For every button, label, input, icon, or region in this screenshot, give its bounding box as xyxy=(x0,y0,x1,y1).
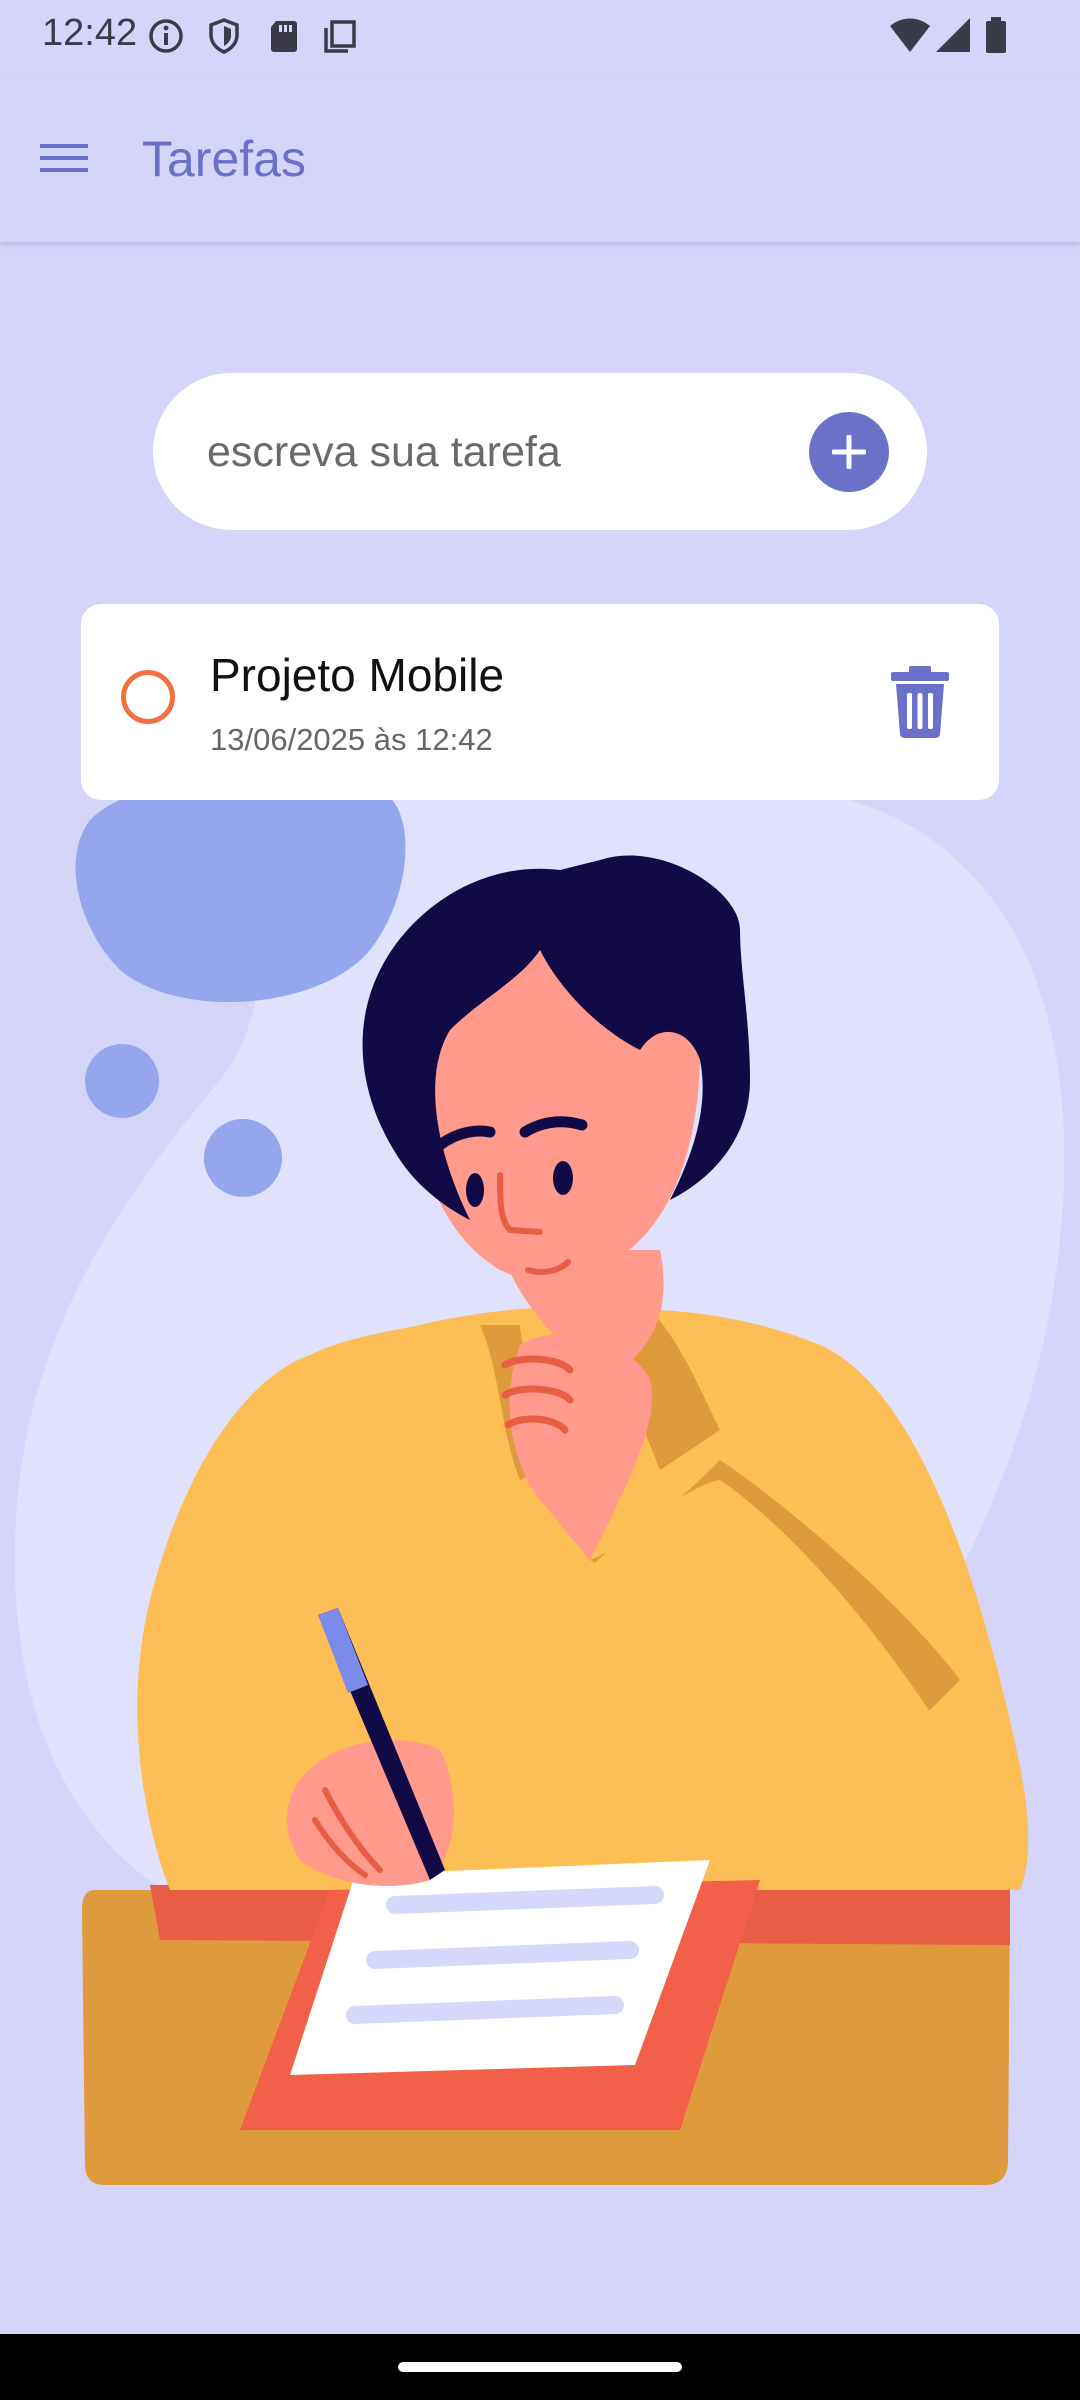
signal-icon xyxy=(936,18,970,52)
menu-icon[interactable] xyxy=(30,126,100,190)
navigation-bar xyxy=(0,2334,1080,2400)
info-icon xyxy=(149,19,183,53)
task-checkbox[interactable] xyxy=(121,670,175,724)
trash-icon xyxy=(891,666,949,738)
task-input[interactable] xyxy=(205,411,769,493)
shield-icon xyxy=(209,18,239,54)
add-task-button[interactable] xyxy=(809,412,889,492)
task-date: 13/06/2025 às 12:42 xyxy=(210,722,493,757)
task-card[interactable]: Projeto Mobile 13/06/2025 às 12:42 xyxy=(81,604,999,800)
status-time: 12:42 xyxy=(42,12,138,54)
plus-icon xyxy=(832,435,866,469)
sd-card-icon xyxy=(271,21,297,52)
task-input-container xyxy=(153,373,927,530)
home-indicator[interactable] xyxy=(398,2362,682,2372)
app-bar: Tarefas xyxy=(0,74,1080,242)
thinking-person-illustration xyxy=(14,780,1065,2185)
delete-task-button[interactable] xyxy=(887,664,953,738)
status-bar: 12:42 xyxy=(0,0,1080,74)
battery-icon xyxy=(986,17,1006,53)
wifi-icon xyxy=(890,18,930,52)
page-title: Tarefas xyxy=(142,131,306,187)
task-title: Projeto Mobile xyxy=(210,649,505,701)
copy-icon xyxy=(324,20,356,53)
